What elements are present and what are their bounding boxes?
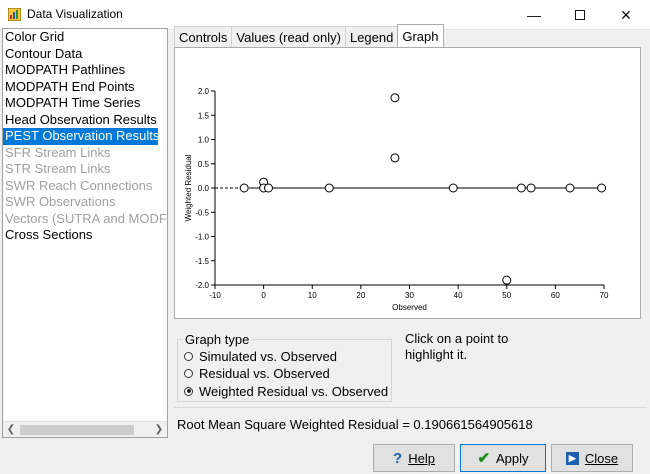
- data-point[interactable]: [597, 183, 607, 193]
- exit-icon: ▶: [565, 451, 579, 465]
- horizontal-scrollbar[interactable]: ❮ ❯: [3, 421, 167, 437]
- data-point[interactable]: [565, 183, 575, 193]
- list-item: SFR Stream Links: [5, 144, 111, 160]
- y-tick-label: 2.0: [198, 87, 210, 96]
- data-point[interactable]: [390, 93, 400, 103]
- list-item[interactable]: MODPATH Pathlines: [3, 62, 167, 79]
- graph-panel: -2.0 -1.5 -1.0 -0.5 0.0 0.5 1.0 1.5 2.0 -10 0 10 20 3…: [174, 47, 641, 319]
- x-tick-label: 60: [551, 291, 560, 300]
- list-item: Vectors (SUTRA and MODF: [5, 210, 167, 226]
- radio-simulated-vs-observed[interactable]: Simulated vs. Observed: [184, 348, 337, 364]
- x-tick-label: 20: [356, 291, 365, 300]
- list-item[interactable]: Contour Data: [3, 46, 167, 63]
- y-tick-label: -1.5: [195, 257, 209, 266]
- rms-text: Root Mean Square Weighted Residual = 0.1…: [177, 417, 533, 432]
- app-icon: [8, 8, 21, 21]
- tab-controls[interactable]: Controls: [174, 26, 233, 48]
- apply-label: Apply: [496, 450, 529, 466]
- data-point[interactable]: [516, 183, 526, 193]
- checkmark-icon: ✔: [477, 450, 491, 467]
- list-item[interactable]: Head Observation Results: [3, 112, 167, 129]
- close-button[interactable]: ▶ Close: [551, 444, 633, 472]
- radio-residual-vs-observed[interactable]: Residual vs. Observed: [184, 365, 330, 381]
- radio-label: Simulated vs. Observed: [199, 348, 338, 364]
- list-item[interactable]: MODPATH Time Series: [3, 95, 167, 112]
- close-icon: ✕: [620, 6, 632, 23]
- x-tick-label: 40: [454, 291, 463, 300]
- y-tick-label: 1.5: [198, 111, 210, 120]
- x-tick-label: 0: [261, 291, 266, 300]
- y-tick-label: 1.0: [198, 136, 210, 145]
- x-tick-label: -10: [209, 291, 221, 300]
- help-label: Help: [408, 450, 435, 466]
- y-axis-label: Weighted Residual: [184, 154, 193, 221]
- x-tick-label: 10: [308, 291, 317, 300]
- radio-icon: [184, 368, 193, 378]
- minimize-button[interactable]: —: [511, 0, 557, 30]
- list-item[interactable]: PEST Observation Results: [3, 128, 159, 145]
- list-item[interactable]: Cross Sections: [3, 227, 167, 244]
- y-tick-label: -0.5: [195, 208, 209, 217]
- close-label: Close: [584, 450, 619, 466]
- x-axis-label: Observed: [392, 303, 427, 312]
- scroll-left-icon[interactable]: ❮: [3, 422, 19, 438]
- radio-icon: [184, 351, 193, 361]
- data-point[interactable]: [263, 183, 273, 193]
- y-tick-label: 0.5: [198, 160, 210, 169]
- scrollbar-thumb[interactable]: [20, 425, 134, 435]
- graph-type-label: Graph type: [183, 332, 252, 347]
- minimize-icon: —: [527, 7, 541, 23]
- data-point[interactable]: [448, 183, 458, 193]
- data-type-list[interactable]: Color Grid Contour Data MODPATH Pathlines M…: [2, 28, 168, 438]
- window-title: Data Visualization: [27, 7, 123, 21]
- hint-text: Click on a point to highlight it.: [405, 331, 509, 362]
- tab-graph[interactable]: Graph: [397, 24, 444, 48]
- x-tick-label: 70: [600, 291, 609, 300]
- list-item: SWR Reach Connections: [5, 177, 153, 193]
- y-tick-label: -2.0: [195, 281, 209, 290]
- x-tick-label: 50: [502, 291, 511, 300]
- data-point[interactable]: [239, 183, 249, 193]
- radio-weighted-residual-vs-observed[interactable]: Weighted Residual vs. Observed: [184, 383, 388, 399]
- data-point[interactable]: [390, 153, 400, 163]
- maximize-button[interactable]: [557, 0, 603, 30]
- data-point[interactable]: [526, 183, 536, 193]
- scroll-right-icon[interactable]: ❯: [151, 422, 167, 438]
- list-item[interactable]: MODPATH End Points: [3, 79, 167, 96]
- question-icon: ?: [393, 449, 403, 467]
- residual-chart[interactable]: -2.0 -1.5 -1.0 -0.5 0.0 0.5 1.0 1.5 2.0 -10 0 10 20 3…: [175, 48, 640, 318]
- list-item[interactable]: Color Grid: [3, 29, 167, 46]
- apply-button[interactable]: ✔ Apply: [460, 444, 546, 472]
- y-tick-label: -1.0: [195, 233, 209, 242]
- list-item: SWR Observations: [5, 194, 116, 209]
- y-tick-label: 0.0: [198, 184, 210, 193]
- close-window-button[interactable]: ✕: [603, 0, 649, 30]
- data-point[interactable]: [324, 183, 334, 193]
- divider: [174, 407, 647, 408]
- radio-label: Residual vs. Observed: [199, 365, 330, 381]
- radio-selected-icon: [184, 386, 193, 396]
- data-point[interactable]: [502, 275, 512, 285]
- tab-values[interactable]: Values (read only): [231, 26, 346, 48]
- radio-label: Weighted Residual vs. Observed: [199, 383, 389, 399]
- tab-legend[interactable]: Legend: [344, 26, 399, 48]
- list-item: STR Stream Links: [5, 161, 111, 176]
- graph-type-group: Graph type Simulated vs. Observed Residu…: [177, 332, 392, 402]
- tab-bar: Controls Values (read only) Legend Graph: [174, 24, 444, 48]
- maximize-icon: [575, 10, 585, 20]
- help-button[interactable]: ? Help: [373, 444, 455, 472]
- x-tick-label: 30: [405, 291, 414, 300]
